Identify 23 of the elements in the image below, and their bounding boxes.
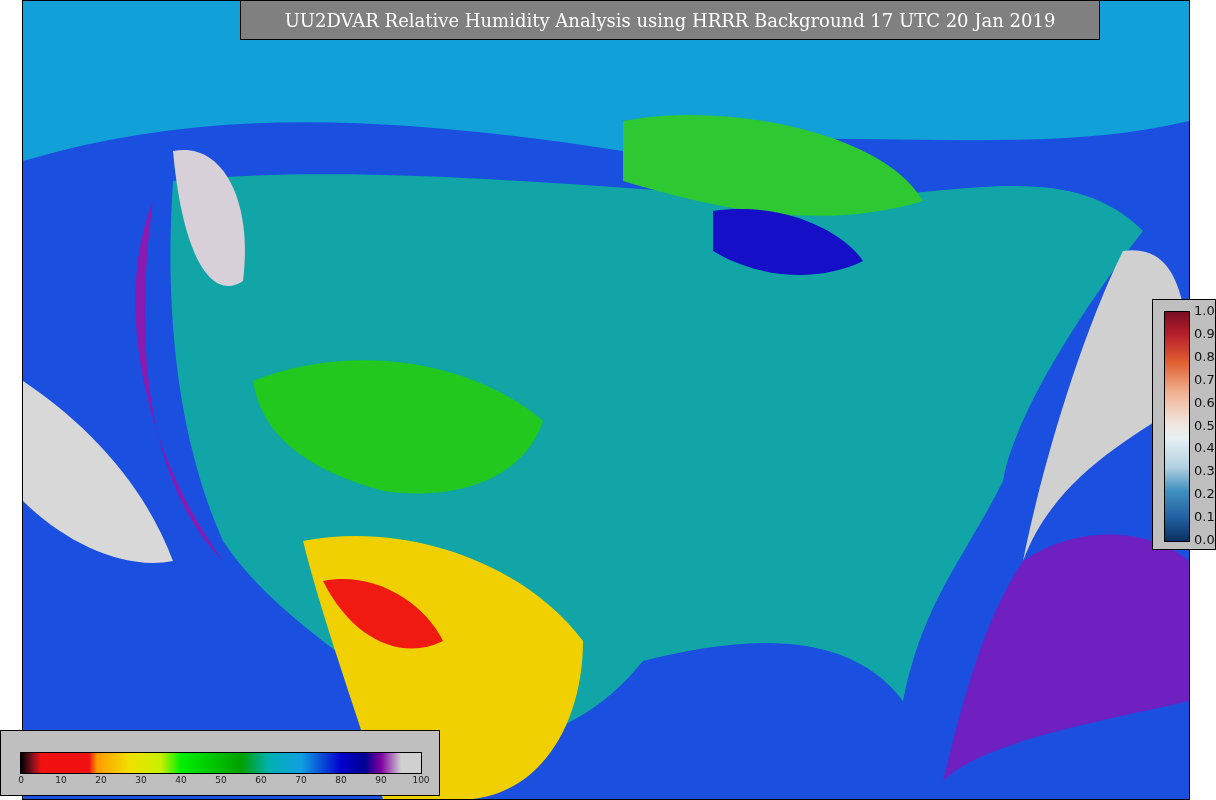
tick-label: 0.3 [1194,464,1215,479]
tick-label: 70 [295,775,307,786]
tick-label: 0.7 [1194,372,1215,387]
tick-label: 0.0 [1194,533,1215,547]
tick-label: 0.6 [1194,395,1215,410]
map-title: UU2DVAR Relative Humidity Analysis using HRRR Background 17 UTC 20 Jan 2019 [240,0,1100,40]
tick-label: 0 [18,775,24,786]
tick-label: 0.1 [1194,510,1215,525]
tick-label: 0.5 [1194,418,1215,433]
tick-label: 20 [95,775,107,786]
tick-label: 90 [375,775,387,786]
tick-label: 10 [55,775,67,786]
tick-label: 80 [335,775,347,786]
tick-label: 50 [215,775,227,786]
tick-label: 0.9 [1194,326,1215,341]
tick-label: 0.4 [1194,441,1215,456]
tick-label: 1.0 [1194,304,1215,318]
tick-label: 0.8 [1194,349,1215,364]
tick-label: 60 [255,775,267,786]
tick-label: 40 [175,775,187,786]
tick-label: 30 [135,775,147,786]
tick-label: 0.2 [1194,487,1215,502]
tick-label: 100 [412,775,430,786]
